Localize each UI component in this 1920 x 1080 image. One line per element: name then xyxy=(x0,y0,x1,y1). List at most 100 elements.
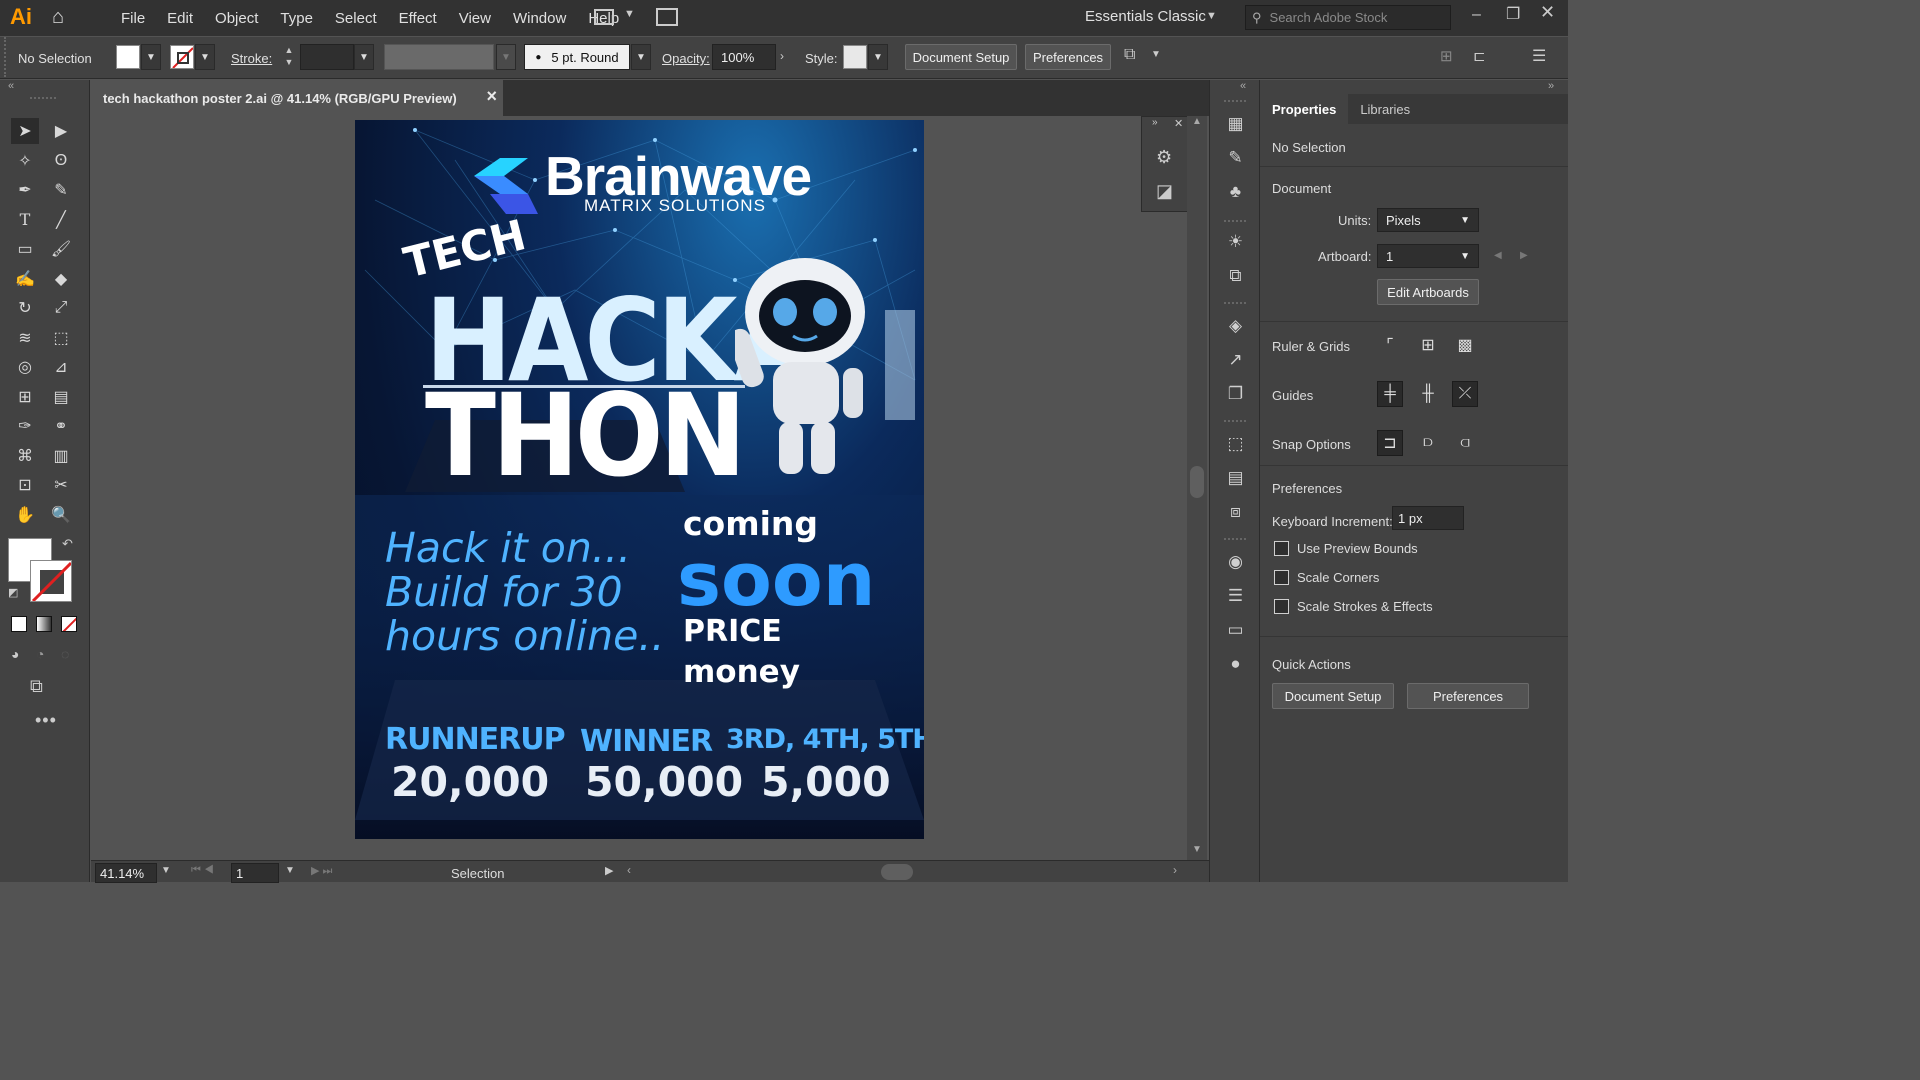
collapse-icon[interactable]: « xyxy=(1240,80,1246,92)
scale-tool-icon[interactable]: ⤢ xyxy=(47,295,75,321)
direct-selection-tool-icon[interactable]: ▶ xyxy=(47,118,75,144)
tab-properties[interactable]: Properties xyxy=(1260,94,1349,124)
artboard-select[interactable]: 1 ▼ xyxy=(1377,244,1479,268)
scroll-right-icon[interactable]: › xyxy=(1173,863,1177,877)
width-tool-icon[interactable]: ≋ xyxy=(11,325,39,351)
color-mode-icon[interactable] xyxy=(11,616,27,632)
none-mode-icon[interactable] xyxy=(61,616,77,632)
style-swatch[interactable] xyxy=(843,45,867,69)
gradient-mode-icon[interactable] xyxy=(36,616,52,632)
chevron-down-icon[interactable]: ▼ xyxy=(1151,49,1161,60)
menu-effect[interactable]: Effect xyxy=(388,10,448,27)
blend-tool-icon[interactable]: ⚭ xyxy=(47,413,75,439)
brushes-icon[interactable]: ✎ xyxy=(1224,146,1248,170)
arrange-documents-icon[interactable] xyxy=(594,9,614,25)
more-tools-icon[interactable]: ••• xyxy=(35,710,57,731)
brush-dropdown[interactable]: ▼ xyxy=(631,44,651,70)
scroll-up-icon[interactable]: ▲ xyxy=(1192,116,1202,127)
profile-dropdown[interactable]: ▼ xyxy=(496,44,516,70)
minimize-icon[interactable]: – xyxy=(1472,6,1481,24)
fill-dropdown[interactable]: ▼ xyxy=(141,44,161,70)
artboards-icon[interactable]: ❐ xyxy=(1224,382,1248,406)
quick-preferences-button[interactable]: Preferences xyxy=(1407,683,1529,709)
stroke-weight-dropdown[interactable]: ▼ xyxy=(354,44,374,70)
layers-icon[interactable]: ◈ xyxy=(1224,314,1248,338)
lock-guides-icon[interactable]: ╫ xyxy=(1415,381,1441,407)
panel-menu-icon[interactable]: ☰ xyxy=(1532,46,1546,66)
collapse-icon[interactable]: « xyxy=(8,80,14,92)
variable-width-profile[interactable] xyxy=(384,44,494,70)
chevron-down-icon[interactable]: ▼ xyxy=(624,8,635,20)
restore-icon[interactable]: ❐ xyxy=(1506,4,1520,24)
line-tool-icon[interactable]: ╱ xyxy=(47,207,75,233)
color-guide-icon[interactable]: ⚙ xyxy=(1156,147,1172,168)
opacity-label[interactable]: Opacity: xyxy=(662,51,710,66)
shaper-tool-icon[interactable]: ✍ xyxy=(11,266,39,292)
first-artboard-icon[interactable]: ⏮ ◀ xyxy=(191,864,214,877)
symbol-sprayer-tool-icon[interactable]: ⌘ xyxy=(11,443,39,469)
close-icon[interactable]: ✕ xyxy=(1174,117,1183,130)
use-preview-bounds-checkbox[interactable]: Use Preview Bounds xyxy=(1274,541,1418,556)
style-dropdown[interactable]: ▼ xyxy=(868,44,888,70)
zoom-field[interactable]: 41.14% xyxy=(95,863,157,883)
color-icon[interactable]: ◉ xyxy=(1224,550,1248,574)
menu-type[interactable]: Type xyxy=(269,10,324,27)
transparency-icon[interactable]: ● xyxy=(1224,652,1248,676)
eyedropper-tool-icon[interactable]: ✑ xyxy=(11,413,39,439)
smart-guides-icon[interactable]: ⤫ xyxy=(1452,381,1478,407)
menu-select[interactable]: Select xyxy=(324,10,388,27)
eraser-tool-icon[interactable]: ◆ xyxy=(47,266,75,292)
chevron-down-icon[interactable]: ▼ xyxy=(161,865,171,876)
align-icon[interactable]: ⊞ xyxy=(1440,47,1453,65)
gpu-performance-icon[interactable] xyxy=(656,8,678,26)
brush-definition[interactable]: ● 5 pt. Round xyxy=(524,44,630,70)
search-input[interactable]: Search Adobe Stock xyxy=(1270,10,1388,25)
document-setup-button[interactable]: Document Setup xyxy=(905,44,1017,70)
snap-to-point-icon[interactable]: ⊐ xyxy=(1377,430,1403,456)
artboard-number-field[interactable]: 1 xyxy=(231,863,279,883)
draw-normal-icon[interactable]: ◕ xyxy=(11,646,19,662)
menu-window[interactable]: Window xyxy=(502,10,577,27)
symbols-icon[interactable]: ♣ xyxy=(1224,180,1248,204)
paintbrush-tool-icon[interactable]: 🖌 xyxy=(47,236,75,262)
stroke-dropdown[interactable]: ▼ xyxy=(195,44,215,70)
previous-artboard-icon[interactable]: ◀ xyxy=(1494,250,1502,261)
draw-inside-icon[interactable]: ◌ xyxy=(61,646,69,662)
transform-icon[interactable]: ⬚ xyxy=(1224,432,1248,456)
stroke-swatch[interactable] xyxy=(170,45,194,69)
stroke-stepper[interactable]: ▲ ▼ xyxy=(280,44,298,70)
tab-libraries[interactable]: Libraries xyxy=(1348,94,1422,124)
swatches-icon[interactable]: ▦ xyxy=(1224,112,1248,136)
workspace-switcher[interactable]: Essentials Classic xyxy=(1085,8,1206,25)
next-artboard-icon[interactable]: ▶ xyxy=(1520,250,1528,261)
rotate-tool-icon[interactable]: ↻ xyxy=(11,295,39,321)
scroll-thumb[interactable] xyxy=(1190,466,1204,498)
artboard-tool-icon[interactable]: ⊡ xyxy=(11,472,39,498)
type-tool-icon[interactable]: T xyxy=(11,207,39,233)
show-guides-icon[interactable]: ╪ xyxy=(1377,381,1403,407)
vertical-scrollbar[interactable]: ▲ ▼ xyxy=(1187,116,1207,860)
screen-mode-icon[interactable]: ⧉ xyxy=(30,676,43,697)
menu-edit[interactable]: Edit xyxy=(156,10,204,27)
checkbox-box[interactable] xyxy=(1274,570,1289,585)
magic-wand-tool-icon[interactable]: ✧ xyxy=(11,148,39,174)
snap-to-grid-icon[interactable]: ⫏ xyxy=(1452,430,1478,456)
swap-fill-stroke-icon[interactable]: ↶ xyxy=(62,536,73,552)
transparency-grid-icon[interactable]: ▩ xyxy=(1452,332,1478,358)
opacity-field[interactable]: 100% xyxy=(712,44,776,70)
scroll-down-icon[interactable]: ▼ xyxy=(1192,844,1202,855)
snap-to-pixel-icon[interactable]: ⫐ xyxy=(1415,430,1441,456)
hand-tool-icon[interactable]: ✋ xyxy=(11,502,39,528)
arrange-icon[interactable]: ⧉ xyxy=(1124,46,1135,64)
stroke-weight-field[interactable] xyxy=(300,44,354,70)
align-icon[interactable]: ▤ xyxy=(1224,466,1248,490)
chevron-right-icon[interactable]: › xyxy=(780,49,784,63)
horizontal-scroll-thumb[interactable] xyxy=(881,864,913,880)
pen-tool-icon[interactable]: ✒ xyxy=(11,177,39,203)
scale-strokes-effects-checkbox[interactable]: Scale Strokes & Effects xyxy=(1274,599,1433,614)
expand-icon[interactable]: » xyxy=(1548,80,1554,92)
draw-behind-icon[interactable]: ◔ xyxy=(36,646,44,662)
shape-builder-tool-icon[interactable]: ◎ xyxy=(11,354,39,380)
zoom-tool-icon[interactable]: 🔍 xyxy=(47,502,75,528)
expand-icon[interactable]: » xyxy=(1152,117,1158,128)
